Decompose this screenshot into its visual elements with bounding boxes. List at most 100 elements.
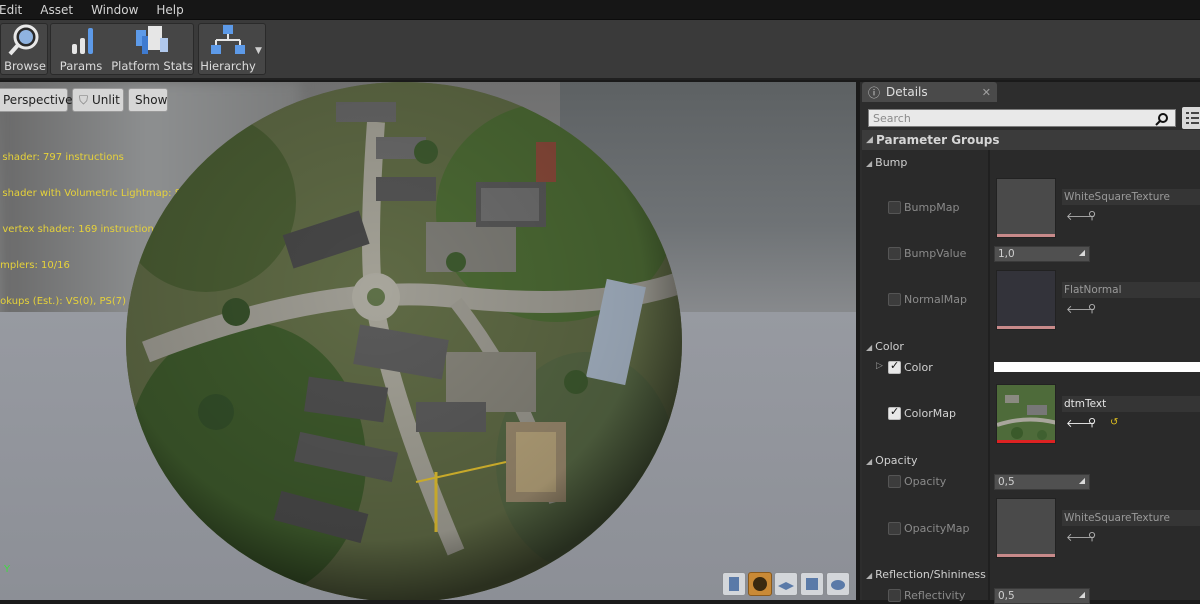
platform-stats-button[interactable]: Platform Stats	[111, 24, 193, 76]
bumpmap-thumbnail[interactable]	[996, 178, 1056, 238]
cylinder-icon	[729, 577, 739, 591]
menu-window[interactable]: Window	[91, 3, 138, 17]
toolbar-group-params: Params Platform Stats	[50, 23, 194, 75]
color-checkbox[interactable]	[888, 359, 901, 374]
normalmap-label: NormalMap	[904, 293, 968, 306]
search-icon[interactable]	[1155, 112, 1169, 126]
tab-details[interactable]: ⓘ Details ✕	[862, 82, 997, 102]
search-input[interactable]: Search	[868, 109, 1176, 127]
platform-stats-icon	[136, 26, 168, 54]
category-reflection-label: Reflection/Shininess	[875, 568, 986, 581]
hierarchy-label: Hierarchy	[200, 59, 256, 73]
search-placeholder: Search	[873, 111, 911, 125]
unlit-shield-icon: ⛉	[79, 92, 89, 107]
hierarchy-icon	[211, 25, 245, 54]
platform-stats-label: Platform Stats	[111, 59, 193, 73]
parameter-groups-header[interactable]: ◢ Parameter Groups	[862, 130, 1200, 150]
perspective-label: Perspective	[3, 93, 73, 107]
category-reflection[interactable]: ◢ Reflection/Shininess	[866, 568, 986, 581]
plane-icon	[778, 582, 794, 590]
browse-asset-icon[interactable]: ⚲	[1088, 302, 1096, 315]
collapse-arrow-icon: ◢	[866, 135, 873, 145]
reflectivity-label: Reflectivity	[904, 589, 966, 602]
colormap-thumbnail[interactable]	[996, 384, 1056, 444]
teapot-icon	[831, 580, 845, 590]
expand-color-icon[interactable]: ▷	[876, 361, 883, 371]
opacity-value: 0,5	[998, 476, 1015, 488]
reflectivity-checkbox[interactable]	[888, 589, 901, 602]
toolbar: Browse Params Platform Stats Hierarchy ▼	[0, 20, 1200, 80]
opacitymap-texture-name[interactable]: WhiteSquareTexture	[1062, 510, 1200, 526]
category-color-label: Color	[875, 340, 904, 353]
spin-handle-icon[interactable]: ◢	[1079, 476, 1085, 485]
preview-plane-button[interactable]	[774, 572, 798, 596]
menu-help[interactable]: Help	[156, 3, 183, 17]
spin-handle-icon[interactable]: ◢	[1079, 248, 1085, 257]
show-label: Show	[135, 93, 168, 107]
bumpvalue-label: BumpValue	[904, 247, 967, 260]
perspective-button[interactable]: Perspective	[0, 88, 73, 112]
expand-arrow-icon: ◢	[866, 571, 873, 580]
params-bars-icon	[72, 28, 93, 54]
browse-asset-icon[interactable]: ⚲	[1088, 530, 1096, 543]
bumpmap-texture-name[interactable]: WhiteSquareTexture	[1062, 189, 1200, 205]
toolbar-group-hierarchy: Hierarchy ▼	[198, 23, 266, 75]
opacity-field[interactable]: 0,5 ◢	[994, 474, 1090, 490]
preview-cube-button[interactable]	[800, 572, 824, 596]
preview-mesh-button[interactable]	[826, 572, 850, 596]
reset-to-default-icon[interactable]: ↺	[1110, 417, 1118, 428]
opacitymap-checkbox[interactable]	[888, 522, 901, 535]
normalmap-thumbnail[interactable]	[996, 270, 1056, 330]
category-bump-label: Bump	[875, 156, 908, 169]
browse-asset-icon[interactable]: ⚲	[1088, 416, 1096, 429]
bumpvalue-field[interactable]: 1,0 ◢	[994, 246, 1090, 262]
preview-cylinder-button[interactable]	[722, 572, 746, 596]
colormap-label: ColorMap	[904, 407, 956, 420]
params-button[interactable]: Params	[53, 24, 109, 76]
show-button[interactable]: Show	[128, 88, 168, 112]
expand-arrow-icon: ◢	[866, 457, 873, 466]
colormap-aerial-image	[997, 385, 1055, 443]
column-divider[interactable]	[988, 150, 990, 600]
expand-arrow-icon: ◢	[866, 343, 873, 352]
category-bump[interactable]: ◢ Bump	[866, 156, 907, 169]
color-swatch[interactable]	[994, 362, 1200, 372]
property-list: ◢ Bump BumpMap WhiteSquareTexture 🡐 ⚲ Bum…	[862, 150, 1200, 604]
params-label: Params	[59, 59, 103, 73]
browse-asset-icon[interactable]: ⚲	[1088, 209, 1096, 222]
color-label: Color	[904, 361, 933, 374]
viewport[interactable]: s shader: 797 instructions s shader with…	[0, 82, 856, 600]
unlit-label: Unlit	[92, 93, 120, 107]
bumpmap-label: BumpMap	[904, 201, 960, 214]
unlit-button[interactable]: ⛉ Unlit	[72, 88, 124, 112]
hierarchy-button[interactable]: Hierarchy	[200, 24, 256, 76]
view-options-button[interactable]	[1182, 107, 1200, 129]
spin-handle-icon[interactable]: ◢	[1079, 590, 1085, 599]
browse-button[interactable]: Browse	[1, 24, 49, 76]
reflectivity-value: 0,5	[998, 590, 1015, 602]
colormap-texture-name[interactable]: dtmText	[1062, 396, 1200, 412]
hierarchy-dropdown-icon[interactable]: ▼	[255, 46, 262, 56]
reflectivity-field[interactable]: 0,5 ◢	[994, 588, 1090, 604]
preview-sphere-button[interactable]	[748, 572, 772, 596]
category-color[interactable]: ◢ Color	[866, 340, 904, 353]
close-tab-icon[interactable]: ✕	[982, 86, 991, 99]
bumpmap-checkbox[interactable]	[888, 201, 901, 214]
list-view-icon	[1186, 112, 1199, 124]
opacity-checkbox[interactable]	[888, 475, 901, 488]
normalmap-texture-name[interactable]: FlatNormal	[1062, 282, 1200, 298]
bumpvalue-checkbox[interactable]	[888, 247, 901, 260]
thumbnail-bar	[997, 554, 1055, 557]
sphere-icon	[753, 577, 767, 591]
opacitymap-thumbnail[interactable]	[996, 498, 1056, 558]
category-opacity[interactable]: ◢ Opacity	[866, 454, 917, 467]
menu-edit[interactable]: Edit	[0, 3, 22, 17]
toolbar-group-browse: Browse	[0, 23, 48, 75]
parameter-groups-title: Parameter Groups	[876, 133, 1000, 147]
bumpvalue-value: 1,0	[998, 248, 1015, 260]
normalmap-checkbox[interactable]	[888, 293, 901, 306]
opacitymap-label: OpacityMap	[904, 522, 970, 535]
opacity-label: Opacity	[904, 475, 947, 488]
menu-asset[interactable]: Asset	[40, 3, 73, 17]
colormap-checkbox[interactable]	[888, 405, 901, 420]
